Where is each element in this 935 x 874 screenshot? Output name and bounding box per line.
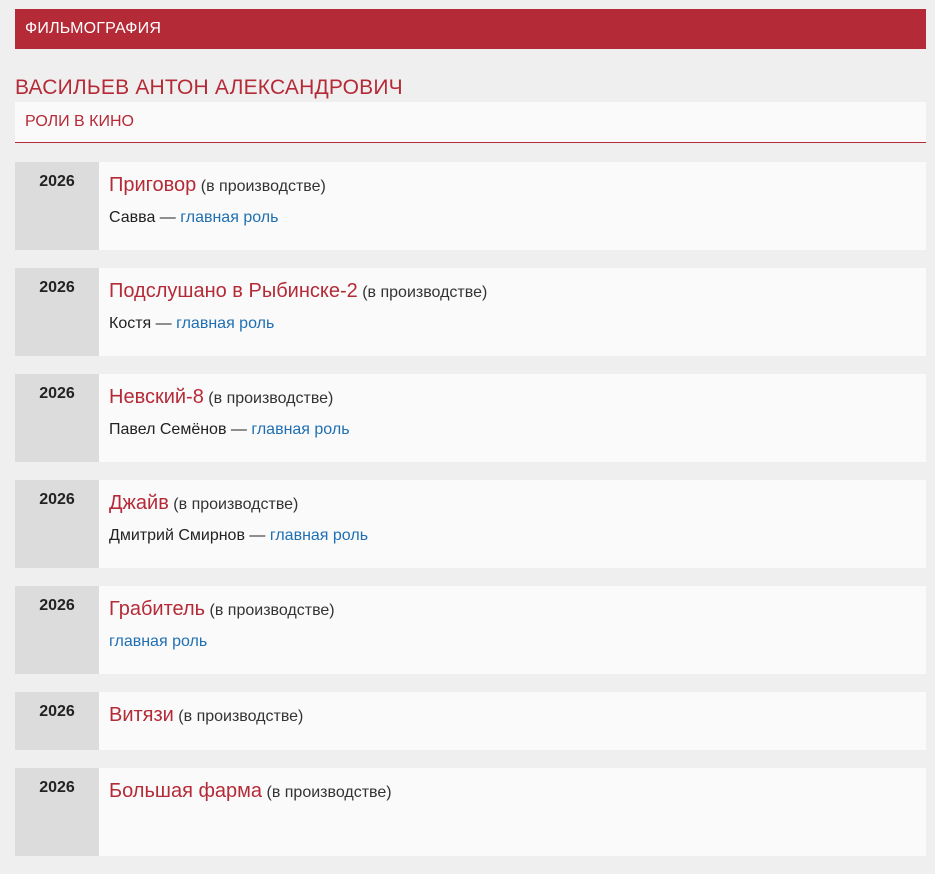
film-info: Витязи (в производстве) bbox=[99, 692, 303, 750]
film-status: (в производстве) bbox=[209, 602, 335, 619]
film-status: (в производстве) bbox=[173, 496, 299, 513]
film-title-link[interactable]: Витязи bbox=[109, 704, 174, 726]
character-name: Дмитрий Смирнов bbox=[109, 527, 245, 544]
film-year: 2026 bbox=[15, 692, 99, 750]
character-name: Савва bbox=[109, 209, 156, 226]
film-status: (в производстве) bbox=[178, 708, 304, 725]
film-year: 2026 bbox=[15, 374, 99, 462]
film-role: Павел Семёнов — главная роль bbox=[109, 420, 350, 440]
film-status: (в производстве) bbox=[266, 784, 392, 801]
film-info: Подслушано в Рыбинске-2 (в производстве)… bbox=[99, 268, 487, 356]
film-info: Большая фарма (в производстве) bbox=[99, 768, 392, 856]
character-name: Костя bbox=[109, 315, 152, 332]
filmography-header: ФИЛЬМОГРАФИЯ bbox=[15, 9, 926, 49]
character-name: Павел Семёнов bbox=[109, 421, 227, 438]
section-title: РОЛИ В КИНО bbox=[25, 113, 134, 130]
filmography-title: ФИЛЬМОГРАФИЯ bbox=[25, 20, 162, 37]
film-row: 2026 Витязи (в производстве) bbox=[15, 692, 926, 750]
role-separator: — bbox=[155, 209, 181, 226]
person-name: ВАСИЛЬЕВ АНТОН АЛЕКСАНДРОВИЧ bbox=[15, 76, 403, 99]
film-role: Дмитрий Смирнов — главная роль bbox=[109, 526, 368, 546]
film-status: (в производстве) bbox=[200, 178, 326, 195]
film-list: 2026 Приговор (в производстве) Савва — г… bbox=[15, 162, 926, 874]
page: ФИЛЬМОГРАФИЯ ВАСИЛЬЕВ АНТОН АЛЕКСАНДРОВИ… bbox=[0, 0, 935, 856]
film-info: Грабитель (в производстве) главная роль bbox=[99, 586, 335, 674]
film-role: Савва — главная роль bbox=[109, 208, 326, 228]
role-separator: — bbox=[151, 315, 177, 332]
role-type-link[interactable]: главная роль bbox=[176, 315, 274, 332]
film-title-link[interactable]: Большая фарма bbox=[109, 780, 262, 802]
role-type-link[interactable]: главная роль bbox=[251, 421, 349, 438]
film-year: 2026 bbox=[15, 268, 99, 356]
film-title-link[interactable]: Подслушано в Рыбинске-2 bbox=[109, 280, 358, 302]
film-status: (в производстве) bbox=[208, 390, 334, 407]
section-header: РОЛИ В КИНО bbox=[15, 102, 926, 143]
film-role: Костя — главная роль bbox=[109, 314, 487, 334]
film-info: Джайв (в производстве) Дмитрий Смирнов —… bbox=[99, 480, 368, 568]
film-status: (в производстве) bbox=[362, 284, 488, 301]
film-title-link[interactable]: Джайв bbox=[109, 492, 169, 514]
film-title-link[interactable]: Приговор bbox=[109, 174, 196, 196]
role-separator: — bbox=[226, 421, 252, 438]
film-info: Невский-8 (в производстве) Павел Семёнов… bbox=[99, 374, 350, 462]
role-type-link[interactable]: главная роль bbox=[270, 527, 368, 544]
film-year: 2026 bbox=[15, 586, 99, 674]
film-row: 2026 Большая фарма (в производстве) bbox=[15, 768, 926, 856]
film-row: 2026 Грабитель (в производстве) главная … bbox=[15, 586, 926, 674]
film-row: 2026 Подслушано в Рыбинске-2 (в производ… bbox=[15, 268, 926, 356]
film-title-link[interactable]: Грабитель bbox=[109, 598, 205, 620]
film-row: 2026 Приговор (в производстве) Савва — г… bbox=[15, 162, 926, 250]
role-separator: — bbox=[244, 527, 270, 544]
film-row: 2026 Невский-8 (в производстве) Павел Се… bbox=[15, 374, 926, 462]
film-title-link[interactable]: Невский-8 bbox=[109, 386, 204, 408]
role-type-link[interactable]: главная роль bbox=[109, 633, 207, 650]
film-row: 2026 Джайв (в производстве) Дмитрий Смир… bbox=[15, 480, 926, 568]
film-year: 2026 bbox=[15, 768, 99, 856]
film-year: 2026 bbox=[15, 480, 99, 568]
film-info: Приговор (в производстве) Савва — главна… bbox=[99, 162, 326, 250]
role-type-link[interactable]: главная роль bbox=[180, 209, 278, 226]
film-year: 2026 bbox=[15, 162, 99, 250]
film-role: главная роль bbox=[109, 632, 335, 652]
